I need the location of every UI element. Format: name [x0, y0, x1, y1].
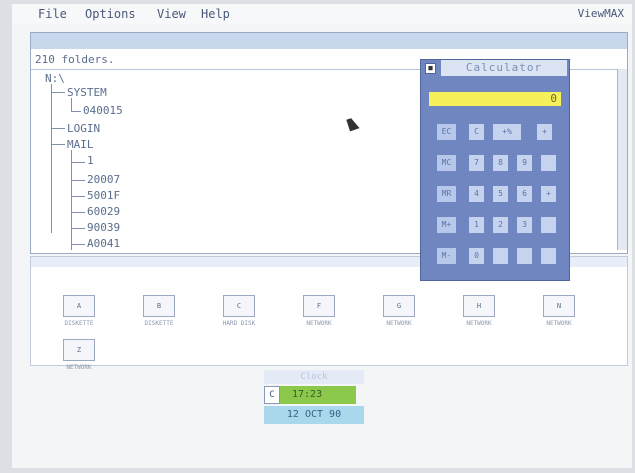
- folder-count: 210 folders.: [35, 53, 115, 66]
- network-drive-icon: Z: [63, 339, 95, 361]
- calc-key-m-minus[interactable]: M-: [437, 248, 456, 264]
- drive-label: DISKETTE: [64, 320, 94, 327]
- calc-key-8[interactable]: 8: [493, 155, 508, 171]
- desktop-screen: File Options View Help ViewMAX 210 folde…: [12, 4, 632, 468]
- network-drive-icon: G: [383, 295, 415, 317]
- tree-node-040015[interactable]: 040015: [83, 104, 123, 117]
- network-drive-icon: N: [543, 295, 575, 317]
- drive-label: NETWORK: [466, 320, 492, 327]
- network-drive-icon: F: [303, 295, 335, 317]
- tree-connector: [71, 244, 85, 245]
- calculator-title[interactable]: Calculator: [441, 60, 567, 76]
- clock-time: 17:23: [280, 386, 356, 404]
- drive-label: NETWORK: [546, 320, 572, 327]
- calc-key-0[interactable]: 0: [469, 248, 484, 264]
- drive-diskette-b[interactable]: B DISKETTE: [131, 295, 187, 327]
- calc-key-equals[interactable]: [541, 248, 556, 264]
- drive-network[interactable]: G NETWORK: [371, 295, 427, 327]
- diskette-icon: A: [63, 295, 95, 317]
- menu-help[interactable]: Help: [201, 7, 230, 21]
- tree-node-1[interactable]: 1: [87, 154, 94, 167]
- calc-key-3[interactable]: 3: [517, 217, 532, 233]
- calc-key-4[interactable]: 4: [469, 186, 484, 202]
- calculator-menu-icon[interactable]: ■: [425, 63, 436, 74]
- clock-c-button[interactable]: C: [264, 386, 280, 404]
- menu-bar: File Options View Help ViewMAX: [12, 4, 632, 24]
- calculator-display: 0: [429, 92, 561, 106]
- calc-key-decimal[interactable]: [493, 248, 508, 264]
- tree-connector: [71, 228, 85, 229]
- calc-key-percent[interactable]: +%: [493, 124, 521, 140]
- calc-key-mr[interactable]: MR: [437, 186, 456, 202]
- calc-key-plus[interactable]: +: [537, 124, 552, 140]
- hard-disk-icon: C: [223, 295, 255, 317]
- tree-connector: [71, 98, 72, 112]
- tree-node-system[interactable]: SYSTEM: [67, 86, 107, 99]
- calculator-window: ■ Calculator 0 EC C +% + MC 7 8 9 MR 4 5…: [420, 59, 570, 281]
- tree-node-90039[interactable]: 90039: [87, 221, 120, 234]
- tree-connector: [51, 144, 65, 145]
- tree-connector: [71, 111, 81, 112]
- tree-connector: [71, 180, 85, 181]
- tree-connector: [51, 84, 52, 233]
- menu-file[interactable]: File: [38, 7, 67, 21]
- calc-key-ec[interactable]: EC: [437, 124, 456, 140]
- calc-key-2[interactable]: 2: [493, 217, 508, 233]
- diskette-icon: B: [143, 295, 175, 317]
- app-brand: ViewMAX: [577, 7, 624, 20]
- tree-connector: [51, 92, 65, 93]
- drive-network[interactable]: H NETWORK: [451, 295, 507, 327]
- calc-key-mc[interactable]: MC: [437, 155, 456, 171]
- tree-connector: [71, 196, 85, 197]
- tree-node-login[interactable]: LOGIN: [67, 122, 100, 135]
- calc-key-9[interactable]: 9: [517, 155, 532, 171]
- menu-view[interactable]: View: [157, 7, 186, 21]
- clock-window: Clock C 17:23 12 OCT 90: [264, 370, 364, 426]
- tree-connector: [51, 128, 65, 129]
- tree-scrollbar[interactable]: [617, 69, 627, 250]
- tree-node-20007[interactable]: 20007: [87, 173, 120, 186]
- tree-node-a0041[interactable]: A0041: [87, 237, 120, 250]
- calc-key-divide[interactable]: [541, 155, 556, 171]
- calc-key-add[interactable]: +: [541, 186, 556, 202]
- tree-node-60029[interactable]: 60029: [87, 205, 120, 218]
- network-drive-icon: H: [463, 295, 495, 317]
- tree-connector: [71, 150, 72, 250]
- calc-key-1[interactable]: 1: [469, 217, 484, 233]
- drive-network[interactable]: N NETWORK: [531, 295, 587, 327]
- drive-network[interactable]: F NETWORK: [291, 295, 347, 327]
- calc-key-7[interactable]: 7: [469, 155, 484, 171]
- drive-label: NETWORK: [306, 320, 332, 327]
- drive-label: DISKETTE: [144, 320, 174, 327]
- tree-connector: [71, 212, 85, 213]
- tree-node-root[interactable]: N:\: [45, 72, 65, 85]
- drive-label: HARD DISK: [222, 320, 256, 327]
- calc-key-6[interactable]: 6: [517, 186, 532, 202]
- tree-connector: [71, 162, 85, 163]
- menu-options[interactable]: Options: [85, 7, 136, 21]
- drive-label: NETWORK: [386, 320, 412, 327]
- drive-diskette-a[interactable]: A DISKETTE: [51, 295, 107, 327]
- calc-key-c[interactable]: C: [469, 124, 484, 140]
- drive-network[interactable]: Z NETWORK: [51, 339, 107, 371]
- tree-window-titlebar[interactable]: [31, 33, 627, 49]
- calc-key-5[interactable]: 5: [493, 186, 508, 202]
- clock-title[interactable]: Clock: [264, 370, 364, 384]
- drive-hard-disk[interactable]: C HARD DISK: [211, 295, 267, 327]
- calc-key-sign[interactable]: [517, 248, 532, 264]
- calc-key-m-plus[interactable]: M+: [437, 217, 456, 233]
- tree-node-5001f[interactable]: 5001F: [87, 189, 120, 202]
- drive-label: NETWORK: [66, 364, 92, 371]
- calc-key-subtract[interactable]: [541, 217, 556, 233]
- clock-date: 12 OCT 90: [264, 406, 364, 424]
